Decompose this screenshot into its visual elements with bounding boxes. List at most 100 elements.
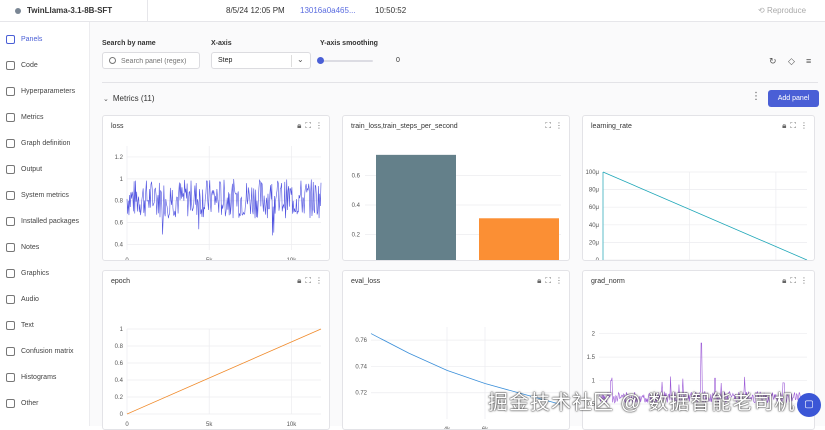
x-tick-label: 10k <box>287 422 298 428</box>
confusion-matrix-icon <box>6 346 15 356</box>
metrics-icon <box>6 112 15 122</box>
train-bars-chart: 0.60.40.20train_losstrain_steps_per_seco… <box>352 154 561 260</box>
y-tick-label: 1 <box>592 379 596 385</box>
sidebar-item-graph-definition[interactable]: Graph definition <box>0 133 90 153</box>
sidebar-item-graphics[interactable]: Graphics <box>0 263 90 283</box>
slider-thumb[interactable] <box>317 57 324 64</box>
graphics-icon <box>6 268 15 278</box>
sidebar-item-histograms[interactable]: Histograms <box>0 367 90 387</box>
y-tick-label: 0.4 <box>115 243 124 249</box>
series-line-learning-rate <box>602 171 808 260</box>
run-date: 8/5/24 12:05 PM <box>226 6 285 15</box>
sidebar-item-label: Code <box>21 61 38 69</box>
search-icon <box>109 57 116 64</box>
sidebar-item-notes[interactable]: Notes <box>0 237 90 257</box>
graph-icon <box>6 138 15 148</box>
commit-hash-link[interactable]: 13016a0a465... <box>300 6 356 15</box>
refresh-icon[interactable]: ↻ <box>769 56 777 67</box>
histograms-icon <box>6 372 15 382</box>
learning-rate-chart: 100μ80μ60μ40μ20μ005k10k <box>586 170 808 261</box>
y-tick-label: 2 <box>592 332 596 338</box>
y-tick-label: 0.2 <box>115 395 124 401</box>
search-input[interactable] <box>121 56 197 66</box>
output-icon <box>6 164 15 174</box>
bar-train-steps-per-second <box>479 218 559 260</box>
sidebar-item-installed-packages[interactable]: Installed packages <box>0 211 90 231</box>
y-tick-label: 0.76 <box>355 338 367 344</box>
panel-train-bars: train_loss,train_steps_per_second ⛶ ⋮ 0.6… <box>342 115 570 261</box>
sidebar-item-panels[interactable]: Panels <box>0 29 90 49</box>
smoothing-slider[interactable] <box>317 57 373 64</box>
sidebar-item-output[interactable]: Output <box>0 159 90 179</box>
top-bar: TwinLlama-3.1-8B-SFT 8/5/24 12:05 PM 130… <box>0 0 825 22</box>
sidebar-item-label: Graph definition <box>21 139 71 147</box>
run-status-dot <box>15 8 21 14</box>
sidebar-item-label: Histograms <box>21 373 57 381</box>
metrics-section-toggle[interactable]: ⌄ Metrics (11) <box>103 94 155 103</box>
search-label: Search by name <box>102 40 156 47</box>
sidebar-item-audio[interactable]: Audio <box>0 289 90 309</box>
sidebar-item-label: Panels <box>21 35 43 43</box>
chevron-down-icon: ⌄ <box>297 55 304 64</box>
hyperparameters-icon <box>6 86 15 96</box>
smoothing-label: Y-axis smoothing <box>320 40 378 47</box>
y-tick-label: 40μ <box>589 223 600 229</box>
add-panel-button[interactable]: Add panel <box>768 90 819 107</box>
run-duration: 10:50:52 <box>375 6 407 15</box>
y-tick-label: 0.2 <box>352 233 361 239</box>
help-chat-button[interactable]: ▢ <box>797 393 821 417</box>
sidebar-item-other[interactable]: Other <box>0 393 90 413</box>
y-tick-label: 0.6 <box>115 361 124 367</box>
sidebar-item-label: Other <box>21 399 39 407</box>
sidebar-item-label: Notes <box>21 243 40 251</box>
run-name[interactable]: TwinLlama-3.1-8B-SFT <box>27 6 112 15</box>
y-tick-label: 0.74 <box>355 364 367 370</box>
more-options-icon[interactable]: ⋮ <box>751 92 761 102</box>
divider <box>147 0 148 22</box>
y-tick-label: 0.4 <box>352 203 361 209</box>
xaxis-select[interactable]: Step ⌄ <box>211 52 311 69</box>
reproduce-label: Reproduce <box>766 6 807 15</box>
sidebar-item-label: Hyperparameters <box>21 87 76 95</box>
y-tick-label: 1.2 <box>115 155 124 161</box>
sidebar-item-label: Text <box>21 321 34 329</box>
y-tick-label: 1.5 <box>587 355 596 361</box>
sidebar-item-label: System metrics <box>21 191 69 199</box>
x-tick-label: 5k <box>206 422 213 428</box>
sidebar-item-label: Installed packages <box>21 217 79 225</box>
reproduce-button[interactable]: ⟲ Reproduce <box>758 6 806 15</box>
y-tick-label: 0.8 <box>115 344 124 350</box>
notes-icon <box>6 242 15 252</box>
sidebar-item-hyperparameters[interactable]: Hyperparameters <box>0 81 90 101</box>
sidebar-item-metrics[interactable]: Metrics <box>0 107 90 127</box>
code-icon <box>6 60 15 70</box>
panel-epoch: epoch 🔒︎ ⛶ ⋮ 1 0.8 0.6 0.4 0.2 0 0 5k 10k <box>102 270 330 430</box>
y-tick-label: 100μ <box>586 170 600 176</box>
sidebar-item-text[interactable]: Text <box>0 315 90 335</box>
panel-loss: loss 🔒︎ ⛶ ⋮ 1.2 1 0.8 0.6 0.4 0 5k 10k <box>102 115 330 261</box>
y-tick-label: 0 <box>596 258 600 261</box>
sidebar-item-system-metrics[interactable]: System metrics <box>0 185 90 205</box>
tag-icon[interactable]: ◇ <box>788 56 795 67</box>
sidebar-item-code[interactable]: Code <box>0 55 90 75</box>
panels-icon <box>6 34 15 44</box>
y-tick-label: 0.4 <box>115 378 124 384</box>
divider <box>102 82 818 83</box>
settings-sliders-icon[interactable]: ≡ <box>806 56 811 66</box>
x-tick-label: 5k <box>206 258 213 261</box>
text-icon <box>6 320 15 330</box>
sidebar-item-confusion-matrix[interactable]: Confusion matrix <box>0 341 90 361</box>
search-box[interactable] <box>102 52 200 69</box>
smoothing-value: 0 <box>396 57 400 64</box>
sidebar-item-label: Metrics <box>21 113 44 121</box>
packages-icon <box>6 216 15 226</box>
series-line-loss <box>126 179 322 236</box>
watermark: 掘金技术社区 @ 数据智能老司机 <box>488 392 796 414</box>
loss-chart: 1.2 1 0.8 0.6 0.4 0 5k 10k <box>115 146 322 261</box>
y-tick-label: 1 <box>120 177 124 183</box>
sidebar-item-label: Audio <box>21 295 39 303</box>
y-tick-label: 1 <box>120 327 124 333</box>
bar-train-loss <box>376 154 456 260</box>
x-tick-label: 10k <box>287 258 298 261</box>
metrics-section-title: Metrics (11) <box>112 94 155 103</box>
